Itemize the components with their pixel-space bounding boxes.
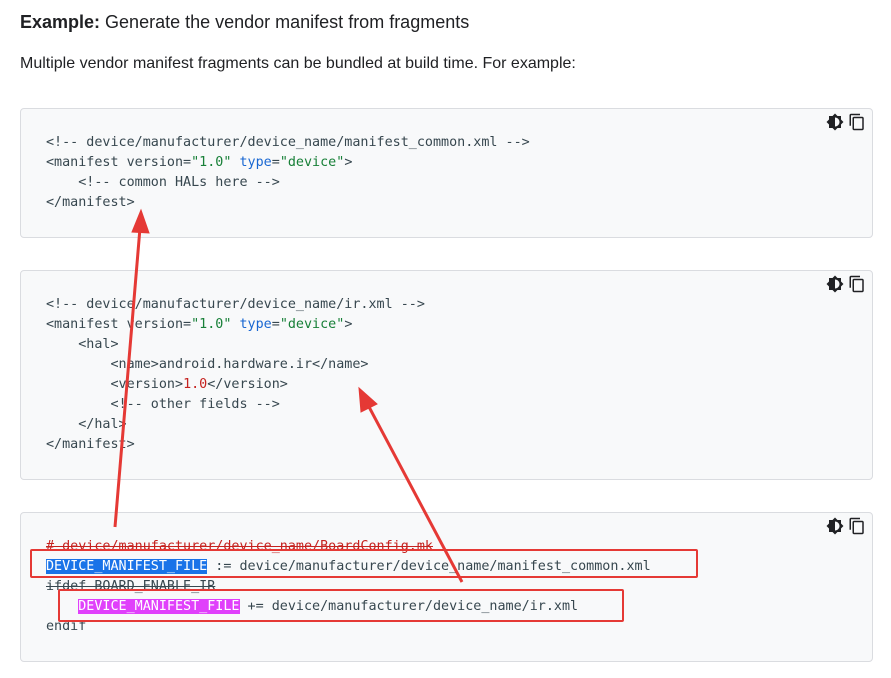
code-line: <!-- common HALs here --> <box>46 175 280 190</box>
code-content: # device/manufacturer/device_name/BoardC… <box>46 537 651 637</box>
code-toolbar <box>826 517 866 535</box>
code-block-boardconfig: # device/manufacturer/device_name/BoardC… <box>20 512 873 662</box>
code-line: <!-- other fields --> <box>46 397 280 412</box>
heading-text: Generate the vendor manifest from fragme… <box>100 12 470 32</box>
intro-paragraph: Multiple vendor manifest fragments can b… <box>20 55 576 72</box>
code-content: <!-- device/manufacturer/device_name/ir.… <box>46 295 425 455</box>
copy-icon[interactable] <box>848 275 866 293</box>
copy-icon[interactable] <box>848 517 866 535</box>
code-line: </manifest> <box>46 437 135 452</box>
code-block-manifest-common: <!-- device/manufacturer/device_name/man… <box>20 108 873 238</box>
code-line-assign: DEVICE_MANIFEST_FILE := device/manufactu… <box>46 557 651 577</box>
code-text: := device/manufacturer/device_name/manif… <box>207 559 651 574</box>
code-line-manifest-open: <manifest version="1.0" type="device"> <box>46 155 353 170</box>
theme-toggle-icon[interactable] <box>826 113 844 131</box>
code-line: <hal> <box>46 337 119 352</box>
theme-toggle-icon[interactable] <box>826 275 844 293</box>
code-block-ir-manifest: <!-- device/manufacturer/device_name/ir.… <box>20 270 873 480</box>
code-line-manifest-open: <manifest version="1.0" type="device"> <box>46 317 353 332</box>
code-line: <name>android.hardware.ir</name> <box>46 357 369 372</box>
theme-toggle-icon[interactable] <box>826 517 844 535</box>
code-line: </hal> <box>46 417 127 432</box>
code-line: <!-- device/manufacturer/device_name/ir.… <box>46 297 425 312</box>
code-line-append: DEVICE_MANIFEST_FILE += device/manufactu… <box>46 597 651 617</box>
copy-icon[interactable] <box>848 113 866 131</box>
code-line: <!-- device/manufacturer/device_name/man… <box>46 135 530 150</box>
code-line-version: <version>1.0</version> <box>46 377 288 392</box>
heading-label: Example: <box>20 12 101 32</box>
code-toolbar <box>826 113 866 131</box>
code-line-ifdef: ifdef BOARD_ENABLE_IR <box>46 579 216 594</box>
highlighted-variable: DEVICE_MANIFEST_FILE <box>46 559 208 574</box>
code-comment: # device/manufacturer/device_name/BoardC… <box>46 539 433 554</box>
code-line-endif: endif <box>46 619 87 634</box>
section-heading: Example: Generate the vendor manifest fr… <box>20 10 469 34</box>
code-line: </manifest> <box>46 195 135 210</box>
highlighted-variable: DEVICE_MANIFEST_FILE <box>78 599 240 614</box>
code-content: <!-- device/manufacturer/device_name/man… <box>46 133 530 213</box>
code-text: += device/manufacturer/device_name/ir.xm… <box>239 599 579 614</box>
code-toolbar <box>826 275 866 293</box>
